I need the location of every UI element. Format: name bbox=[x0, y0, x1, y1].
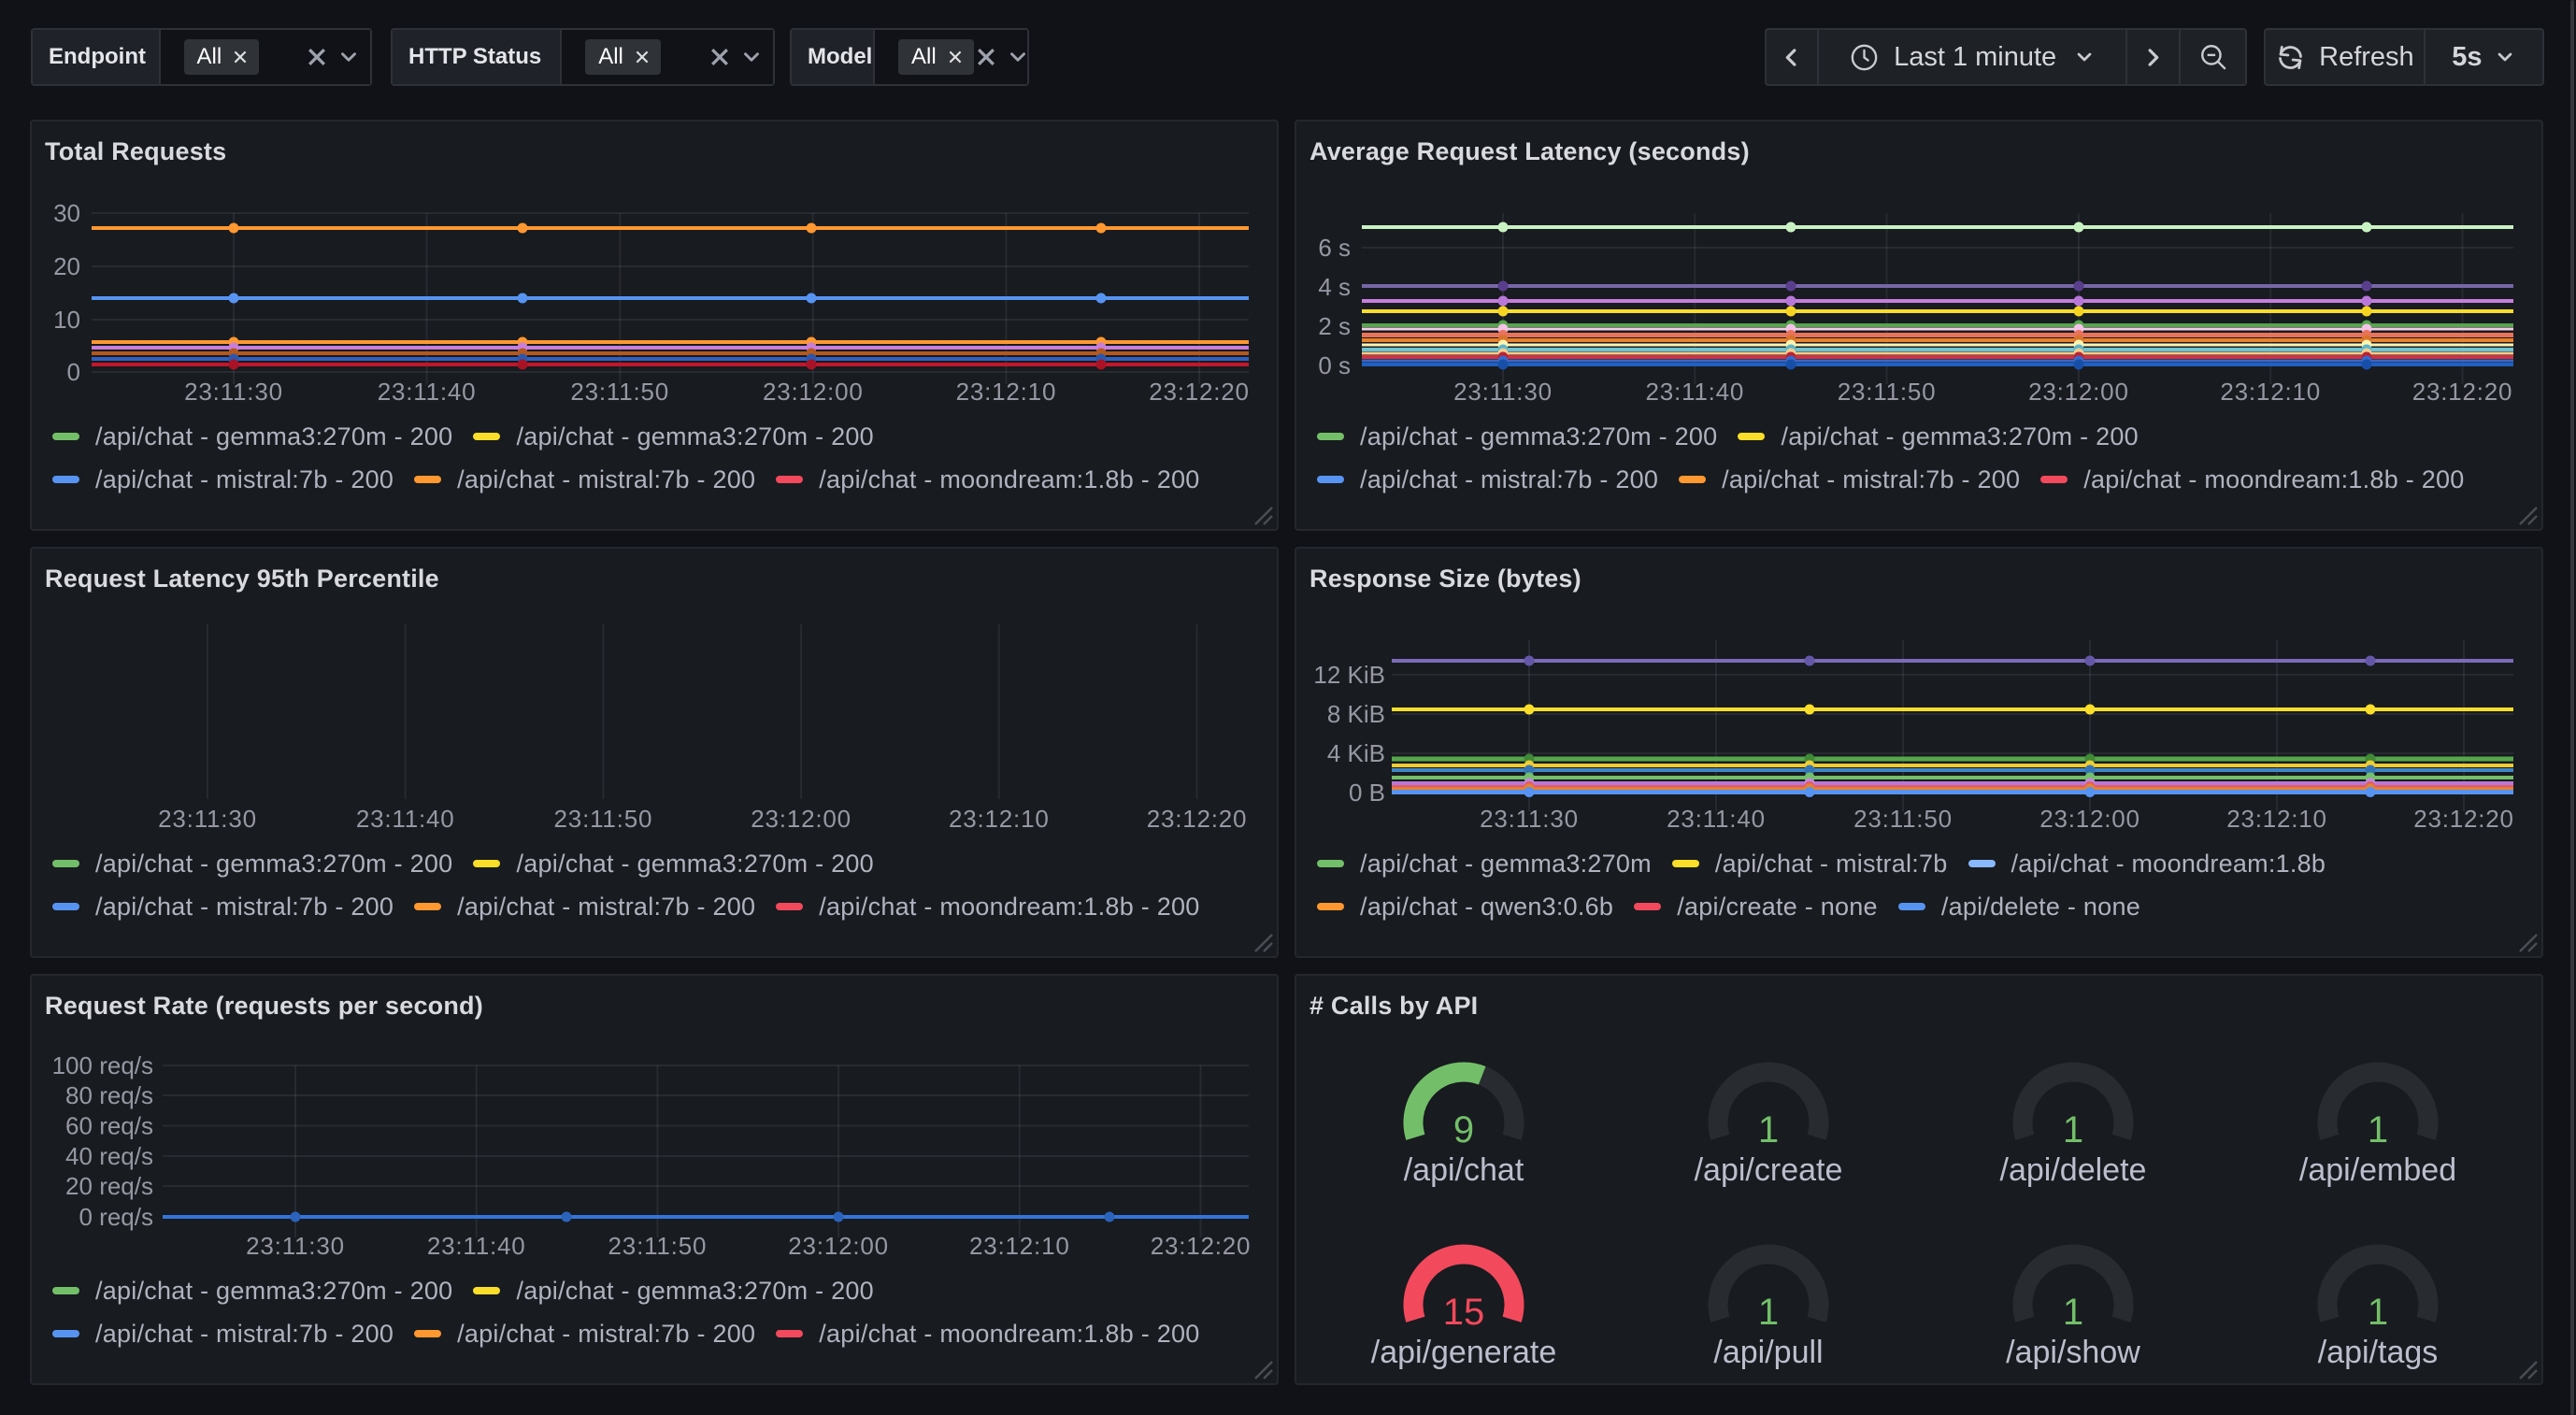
svg-text:80 req/s: 80 req/s bbox=[65, 1081, 153, 1109]
svg-text:15: 15 bbox=[1443, 1292, 1485, 1333]
svg-text:23:12:00: 23:12:00 bbox=[2028, 378, 2129, 406]
svg-text:23:11:30: 23:11:30 bbox=[1453, 378, 1553, 406]
svg-text:4 s: 4 s bbox=[1318, 273, 1351, 301]
svg-text:23:11:40: 23:11:40 bbox=[427, 1232, 526, 1260]
svg-text:23:11:50: 23:11:50 bbox=[554, 805, 653, 833]
svg-text:23:12:00: 23:12:00 bbox=[751, 805, 852, 833]
svg-text:/api/show: /api/show bbox=[2006, 1335, 2140, 1370]
svg-text:23:12:10: 23:12:10 bbox=[949, 805, 1050, 833]
svg-text:20: 20 bbox=[53, 252, 80, 280]
svg-text:23:12:10: 23:12:10 bbox=[2226, 805, 2327, 833]
svg-text:23:11:30: 23:11:30 bbox=[246, 1232, 345, 1260]
svg-text:/api/pull: /api/pull bbox=[1713, 1335, 1823, 1370]
svg-text:/api/embed: /api/embed bbox=[2299, 1152, 2456, 1188]
svg-text:1: 1 bbox=[2063, 1109, 2083, 1151]
svg-text:10: 10 bbox=[53, 306, 80, 334]
svg-text:0 s: 0 s bbox=[1318, 351, 1351, 379]
svg-text:9: 9 bbox=[1453, 1109, 1474, 1151]
svg-text:40 req/s: 40 req/s bbox=[65, 1142, 153, 1170]
svg-text:/api/chat: /api/chat bbox=[1404, 1152, 1524, 1188]
svg-text:8 KiB: 8 KiB bbox=[1327, 700, 1385, 728]
svg-text:23:12:20: 23:12:20 bbox=[2413, 805, 2514, 833]
svg-text:1: 1 bbox=[2368, 1292, 2388, 1333]
svg-text:1: 1 bbox=[1758, 1292, 1779, 1333]
svg-text:0 B: 0 B bbox=[1349, 779, 1385, 807]
svg-text:23:11:50: 23:11:50 bbox=[608, 1232, 708, 1260]
svg-text:23:11:50: 23:11:50 bbox=[1838, 378, 1937, 406]
svg-text:23:11:30: 23:11:30 bbox=[1480, 805, 1579, 833]
svg-text:23:12:20: 23:12:20 bbox=[1149, 378, 1250, 406]
svg-text:100 req/s: 100 req/s bbox=[52, 1051, 153, 1079]
svg-text:23:11:40: 23:11:40 bbox=[378, 378, 477, 406]
svg-text:30: 30 bbox=[53, 199, 80, 227]
svg-text:1: 1 bbox=[2063, 1292, 2083, 1333]
svg-text:60 req/s: 60 req/s bbox=[65, 1112, 153, 1140]
svg-text:1: 1 bbox=[2368, 1109, 2388, 1151]
svg-text:23:12:20: 23:12:20 bbox=[1151, 1232, 1252, 1260]
svg-text:12 KiB: 12 KiB bbox=[1313, 661, 1385, 689]
svg-text:23:12:20: 23:12:20 bbox=[2412, 378, 2513, 406]
svg-text:0: 0 bbox=[67, 358, 80, 386]
svg-text:23:12:10: 23:12:10 bbox=[2220, 378, 2321, 406]
svg-text:/api/create: /api/create bbox=[1695, 1152, 1843, 1188]
svg-text:23:11:50: 23:11:50 bbox=[570, 378, 669, 406]
svg-text:1: 1 bbox=[1758, 1109, 1779, 1151]
svg-text:23:12:00: 23:12:00 bbox=[2039, 805, 2140, 833]
svg-text:0 req/s: 0 req/s bbox=[79, 1203, 154, 1231]
svg-text:23:11:40: 23:11:40 bbox=[1645, 378, 1744, 406]
svg-text:23:11:40: 23:11:40 bbox=[356, 805, 455, 833]
svg-text:/api/tags: /api/tags bbox=[2318, 1335, 2439, 1370]
svg-text:20 req/s: 20 req/s bbox=[65, 1172, 153, 1200]
svg-text:23:11:30: 23:11:30 bbox=[184, 378, 283, 406]
svg-text:23:12:10: 23:12:10 bbox=[956, 378, 1057, 406]
svg-text:23:12:10: 23:12:10 bbox=[969, 1232, 1070, 1260]
svg-text:4 KiB: 4 KiB bbox=[1327, 739, 1385, 767]
svg-text:/api/delete: /api/delete bbox=[2000, 1152, 2147, 1188]
svg-text:6 s: 6 s bbox=[1318, 234, 1351, 262]
svg-text:23:11:30: 23:11:30 bbox=[158, 805, 257, 833]
svg-text:23:11:40: 23:11:40 bbox=[1667, 805, 1766, 833]
svg-text:/api/generate: /api/generate bbox=[1371, 1335, 1557, 1370]
svg-text:23:12:20: 23:12:20 bbox=[1147, 805, 1248, 833]
svg-text:23:12:00: 23:12:00 bbox=[788, 1232, 889, 1260]
svg-text:23:11:50: 23:11:50 bbox=[1853, 805, 1953, 833]
svg-text:23:12:00: 23:12:00 bbox=[763, 378, 864, 406]
svg-text:2 s: 2 s bbox=[1318, 312, 1351, 340]
